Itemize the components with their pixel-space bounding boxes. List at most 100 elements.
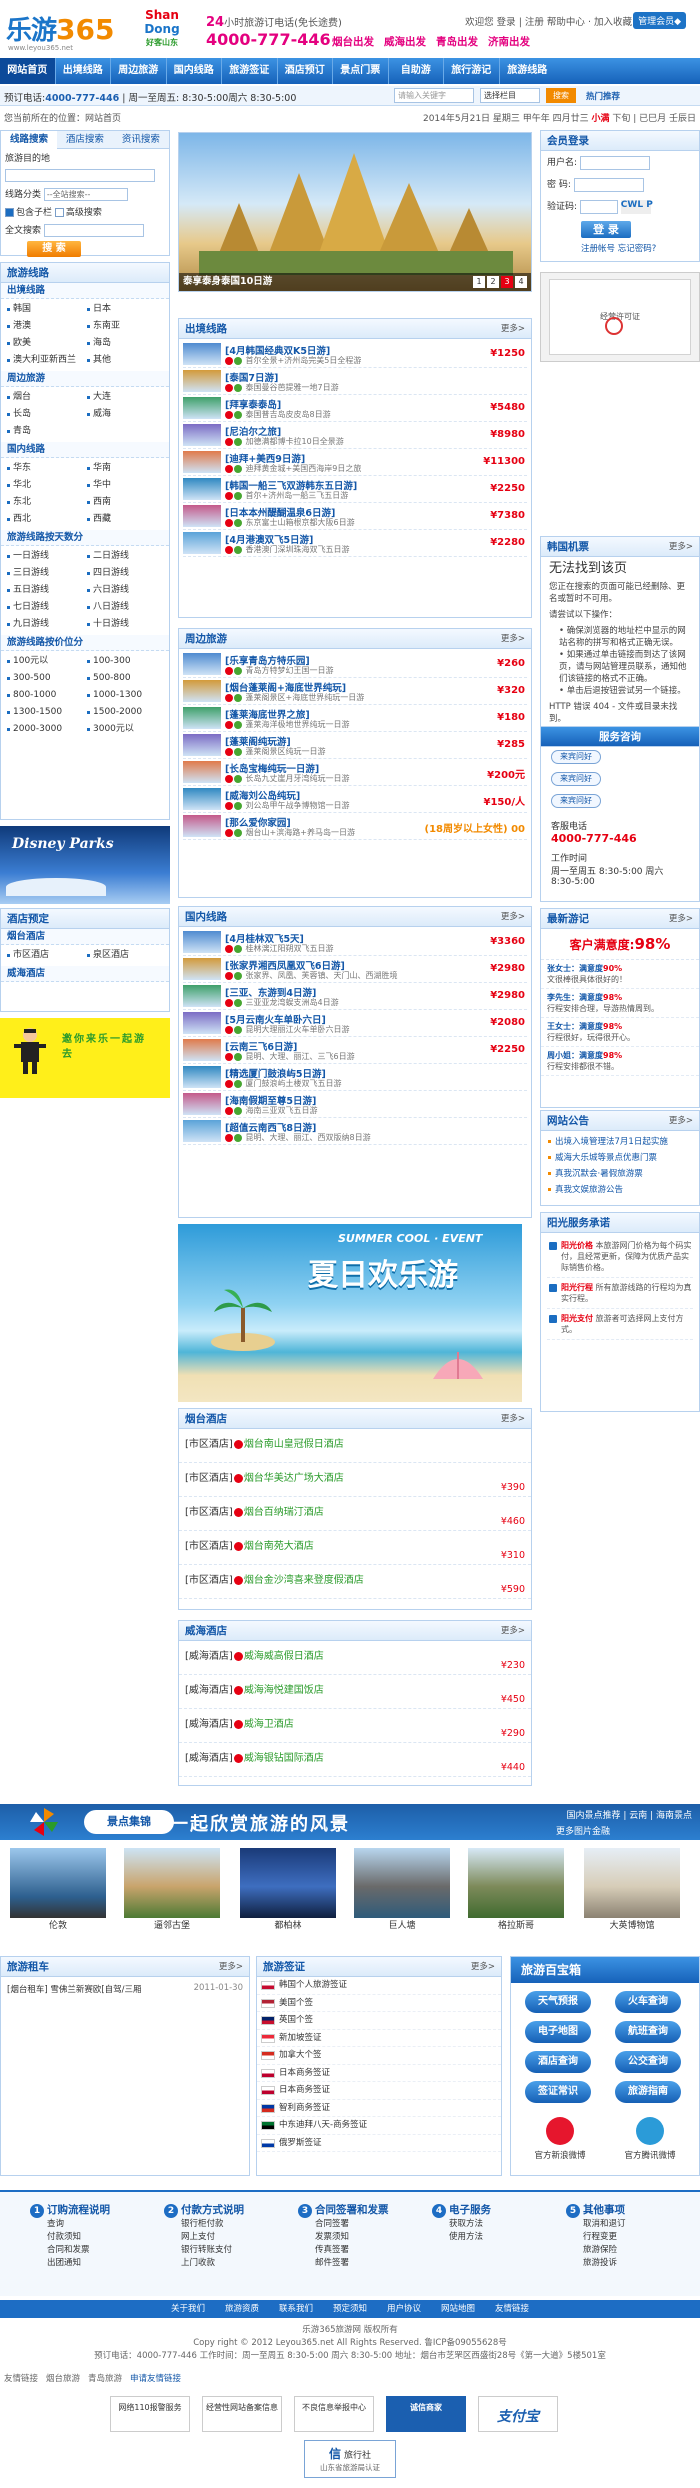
- hotel-name[interactable]: 烟台华美达广场大酒店: [244, 1473, 344, 1484]
- route-link[interactable]: 四日游线: [85, 565, 165, 582]
- nav-domestic[interactable]: 国内线路: [167, 58, 222, 84]
- help-link[interactable]: 上门收款: [164, 2257, 284, 2270]
- captcha-image[interactable]: CWL P: [620, 199, 653, 214]
- route-link[interactable]: 1500-2000: [85, 704, 165, 721]
- scenic-item[interactable]: 逼邻古堡: [124, 1848, 220, 1936]
- route-type-select[interactable]: --全站搜索--: [43, 188, 128, 201]
- help-link[interactable]: 银行转账支付: [164, 2244, 284, 2257]
- route-item[interactable]: [威海刘公岛纯玩] 刘公岛甲午战争博物馆一日游 ¥150/人: [183, 786, 527, 813]
- hotel-tag[interactable]: [市区酒店]: [185, 1439, 233, 1450]
- comment-item[interactable]: 周小姐：满意度98% 行程安排都很不错。: [541, 1047, 699, 1076]
- route-link[interactable]: 华中: [85, 477, 165, 494]
- route-thumbnail[interactable]: [183, 451, 221, 473]
- help-heading[interactable]: 2 付款方式说明: [164, 2202, 284, 2218]
- yantai-hotels-more-link[interactable]: 更多>: [501, 1409, 525, 1429]
- notice-item[interactable]: 出境入境管理法7月1日起实施: [547, 1134, 693, 1150]
- nav-travel-notes[interactable]: 旅行游记: [444, 58, 500, 84]
- route-link[interactable]: 海岛: [85, 335, 165, 352]
- group-by-days[interactable]: 旅游线路按天数分: [1, 530, 169, 546]
- hotel-name[interactable]: 烟台南苑大酒店: [244, 1541, 314, 1552]
- hotel-tag[interactable]: [威海酒店]: [185, 1685, 233, 1696]
- scenic-item[interactable]: 伦敦: [10, 1848, 106, 1936]
- hotel-tag[interactable]: [市区酒店]: [185, 1575, 233, 1586]
- hotel-tag[interactable]: [威海酒店]: [185, 1753, 233, 1764]
- nav-nearby[interactable]: 周边旅游: [111, 58, 167, 84]
- visa-item[interactable]: 智利商务签证: [257, 2100, 501, 2117]
- footer-nav-link[interactable]: 联系我们: [279, 2304, 313, 2314]
- nav-self-guided[interactable]: 自助游: [389, 58, 444, 84]
- slide-page-1[interactable]: 1: [473, 276, 485, 288]
- footer-nav-link[interactable]: 友情链接: [495, 2304, 529, 2314]
- weihai-hotels-more-link[interactable]: 更多>: [501, 1621, 525, 1641]
- flight-query-button[interactable]: 航班查询: [615, 2021, 681, 2043]
- nav-visa[interactable]: 旅游签证: [222, 58, 278, 84]
- route-link[interactable]: 东北: [5, 494, 85, 511]
- search-category-select[interactable]: 选择栏目: [480, 88, 540, 103]
- route-thumbnail[interactable]: [183, 505, 221, 527]
- top-links[interactable]: 欢迎您 登录 | 注册 帮助中心 · 加入收藏: [465, 14, 632, 28]
- hotel-name[interactable]: 烟台百纳瑞汀酒店: [244, 1507, 324, 1518]
- hotel-item[interactable]: [市区酒店] 烟台华美达广场大酒店 ¥390: [179, 1463, 531, 1497]
- route-link[interactable]: 其他: [85, 352, 165, 369]
- route-link[interactable]: 威海: [85, 406, 165, 423]
- route-item[interactable]: [尼泊尔之旅] 加德满都博卡拉10日全景游 ¥8980: [183, 422, 527, 449]
- route-link[interactable]: 十日游线: [85, 616, 165, 633]
- help-link[interactable]: 合同签署: [298, 2218, 418, 2231]
- route-thumbnail[interactable]: [183, 424, 221, 446]
- route-item[interactable]: [4月韩国经典双K5日游] 首尔全景+济州岛完美5日全程游 ¥1250: [183, 341, 527, 368]
- hotel-tag[interactable]: [威海酒店]: [185, 1719, 233, 1730]
- qq-chat-button[interactable]: 来宾问好: [551, 750, 601, 764]
- visa-more-link[interactable]: 更多>: [471, 1957, 495, 1977]
- notice-item[interactable]: 真我文娱旅游公告: [547, 1182, 693, 1198]
- nav-tickets[interactable]: 景点门票: [333, 58, 389, 84]
- notice-item[interactable]: 威海大乐城等景点优惠门票: [547, 1150, 693, 1166]
- member-manage-button[interactable]: 管理会员◆: [633, 12, 686, 29]
- visa-item[interactable]: 日本商务签证: [257, 2082, 501, 2100]
- hotel-area-link[interactable]: 泉区酒店: [85, 947, 165, 964]
- route-item[interactable]: [三亚、东游到4日游] 三亚亚龙湾蜈支洲岛4日游 ¥2980: [183, 983, 527, 1010]
- help-link[interactable]: 传真签署: [298, 2244, 418, 2257]
- route-item[interactable]: [迪拜+美西9日游] 迪拜黄金城+美国西海岸9日之旅 ¥11300: [183, 449, 527, 476]
- hotel-item[interactable]: [威海酒店] 威海威高假日酒店 ¥230: [179, 1641, 531, 1675]
- group-by-price[interactable]: 旅游线路按价位分: [1, 635, 169, 651]
- route-thumbnail[interactable]: [183, 1039, 221, 1061]
- route-link[interactable]: 八日游线: [85, 599, 165, 616]
- hero-slideshow[interactable]: 泰享泰身泰国10日游 1234: [178, 132, 532, 292]
- route-item[interactable]: [日本本州醍醐温泉6日游] 东京富士山箱根京都大阪6日游 ¥7380: [183, 503, 527, 530]
- help-link[interactable]: 网上支付: [164, 2231, 284, 2244]
- notice-item[interactable]: 真我沉默会·暑假旅游票: [547, 1166, 693, 1182]
- tab-hotel-search[interactable]: 酒店搜索: [57, 131, 113, 149]
- route-link[interactable]: 六日游线: [85, 582, 165, 599]
- icp-badge[interactable]: 经营性网站备案信息: [202, 2396, 282, 2432]
- help-link[interactable]: 查询: [30, 2218, 150, 2231]
- route-link[interactable]: 500-800: [85, 670, 165, 687]
- include-sub-checkbox[interactable]: [5, 208, 14, 217]
- scenic-item[interactable]: 都柏林: [240, 1848, 336, 1936]
- report-badge[interactable]: 不良信息举报中心: [294, 2396, 374, 2432]
- footer-nav-link[interactable]: 预定须知: [333, 2304, 367, 2314]
- route-item[interactable]: [海南假期至尊5日游] 海南三亚双飞五日游: [183, 1091, 527, 1118]
- visa-knowledge-button[interactable]: 签证常识: [525, 2081, 591, 2103]
- route-link[interactable]: 西北: [5, 511, 85, 528]
- help-heading[interactable]: 4 电子服务: [432, 2202, 552, 2218]
- route-thumbnail[interactable]: [183, 1066, 221, 1088]
- weather-button[interactable]: 天气预报: [525, 1991, 591, 2013]
- hotel-item[interactable]: [威海酒店] 威海卫酒店 ¥290: [179, 1709, 531, 1743]
- group-yantai-hotel[interactable]: 烟台酒店: [1, 929, 169, 945]
- route-link[interactable]: 2000-3000: [5, 721, 85, 738]
- route-item[interactable]: [烟台蓬莱阁+海底世界纯玩] 蓬莱阁景区+海底世界纯玩一日游 ¥320: [183, 678, 527, 705]
- captcha-input[interactable]: [579, 199, 618, 214]
- route-item[interactable]: [4月桂林双飞5天] 桂林漓江阳朔双飞五日游 ¥3360: [183, 929, 527, 956]
- help-link[interactable]: 邮件签署: [298, 2257, 418, 2270]
- hotel-tag[interactable]: [市区酒店]: [185, 1507, 233, 1518]
- help-link[interactable]: 行程变更: [566, 2231, 686, 2244]
- hotel-name[interactable]: 威海银钻国际酒店: [244, 1753, 324, 1764]
- route-thumbnail[interactable]: [183, 788, 221, 810]
- help-heading[interactable]: 1 订购流程说明: [30, 2202, 150, 2218]
- route-link[interactable]: 一日游线: [5, 548, 85, 565]
- route-link[interactable]: 100元以: [5, 653, 85, 670]
- footer-nav-link[interactable]: 旅游资质: [225, 2304, 259, 2314]
- route-thumbnail[interactable]: [183, 931, 221, 953]
- hotel-item[interactable]: [市区酒店] 烟台南山皇冠假日酒店: [179, 1429, 531, 1463]
- bus-query-button[interactable]: 公交查询: [615, 2051, 681, 2073]
